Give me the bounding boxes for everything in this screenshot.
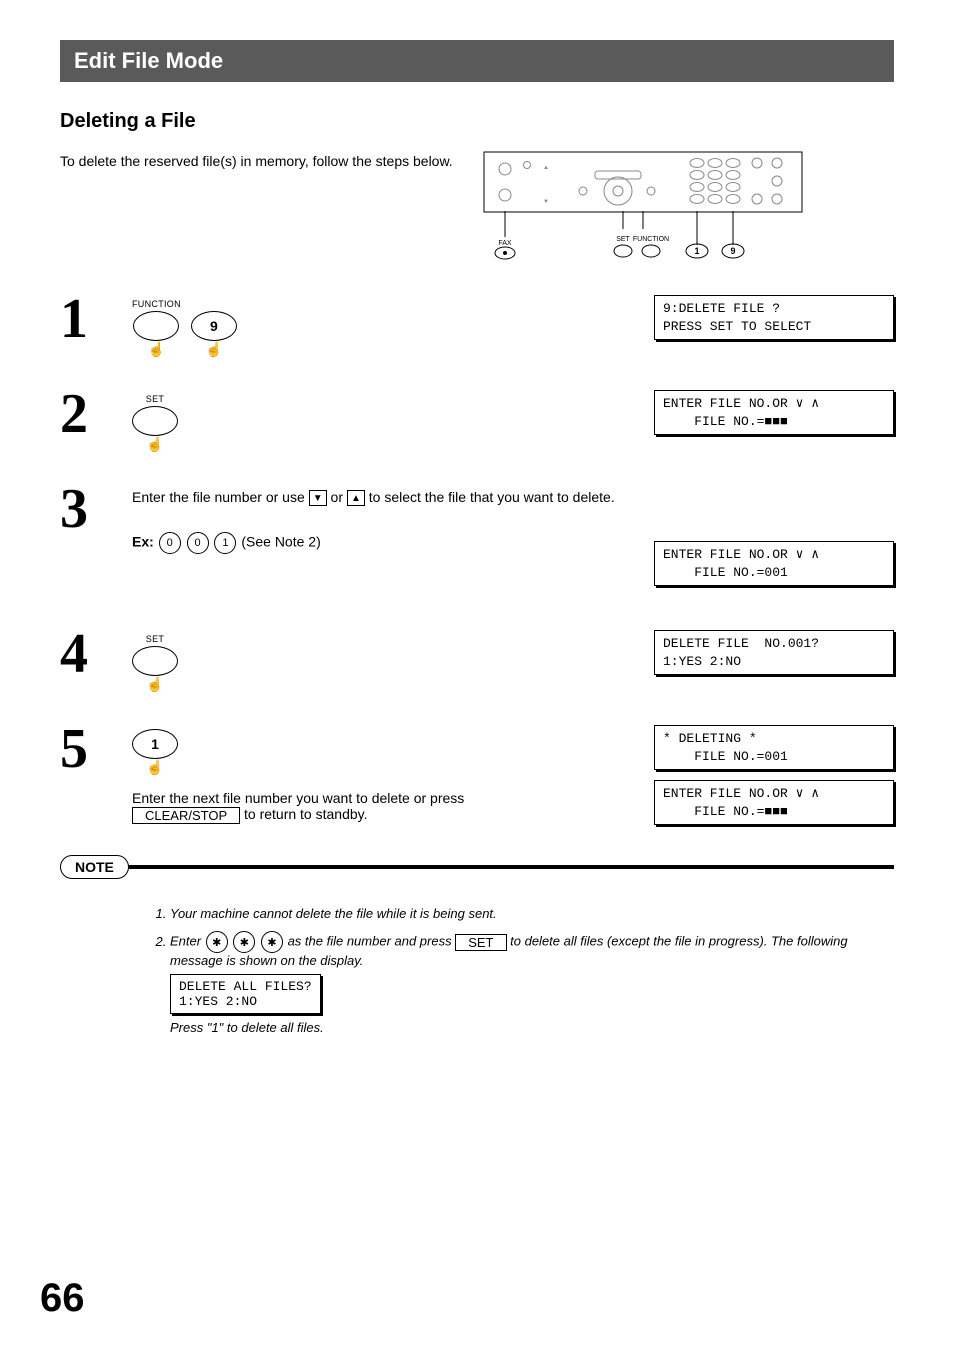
- key-9-button[interactable]: 9 ☝: [191, 311, 237, 356]
- svg-text:▲: ▲: [543, 165, 549, 171]
- lcd-display: ENTER FILE NO.OR ∨ ∧ FILE NO.=■■■: [654, 780, 894, 825]
- key-0-icon: 0: [159, 532, 181, 554]
- star-key-icon: ✱: [261, 931, 283, 953]
- function-button[interactable]: FUNCTION ☝: [132, 299, 181, 356]
- press-icon: ☝: [205, 342, 222, 356]
- button-label: SET: [146, 634, 164, 644]
- page-number: 66: [40, 1276, 85, 1321]
- lcd-display: * DELETING * FILE NO.=001: [654, 725, 894, 770]
- lcd-display: DELETE ALL FILES? 1:YES 2:NO: [170, 974, 321, 1014]
- key-1-icon: 1: [214, 532, 236, 554]
- clear-stop-key: CLEAR/STOP: [132, 807, 240, 824]
- note-item: Your machine cannot delete the file whil…: [170, 906, 894, 921]
- set-button[interactable]: SET ☝: [132, 394, 178, 451]
- step-number: 5: [60, 721, 120, 777]
- step-instruction: Enter the file number or use ▼ or ▲ to s…: [132, 489, 642, 506]
- set-button[interactable]: SET ☝: [132, 634, 178, 691]
- svg-text:▼: ▼: [543, 199, 549, 205]
- callout-set-label: SET: [616, 236, 630, 243]
- button-label: SET: [146, 394, 164, 404]
- press-icon: ☝: [148, 342, 165, 356]
- callout-function-label: FUNCTION: [633, 236, 669, 243]
- lcd-display: ENTER FILE NO.OR ∨ ∧ FILE NO.=■■■: [654, 390, 894, 435]
- step-number: 1: [60, 291, 120, 347]
- button-label: FUNCTION: [132, 299, 181, 309]
- press-icon: ☝: [146, 760, 163, 774]
- key-label: 1: [151, 736, 159, 752]
- star-key-icon: ✱: [233, 931, 255, 953]
- section-title: Edit File Mode: [60, 40, 894, 82]
- note-item: Enter ✱ ✱ ✱ as the file number and press…: [170, 931, 894, 1035]
- callout-fax-label: FAX: [498, 240, 512, 247]
- lcd-display: DELETE FILE NO.001? 1:YES 2:NO: [654, 630, 894, 675]
- star-key-icon: ✱: [206, 931, 228, 953]
- note-list: Your machine cannot delete the file whil…: [130, 906, 894, 1035]
- key-0-icon: 0: [187, 532, 209, 554]
- lcd-display: 9:DELETE FILE ? PRESS SET TO SELECT: [654, 295, 894, 340]
- key-1-button[interactable]: 1 ☝: [132, 729, 178, 774]
- press-icon: ☝: [146, 437, 163, 451]
- control-panel-illustration: ▲ ▼ FAX: [483, 151, 803, 261]
- set-key: SET: [455, 934, 506, 951]
- key-label: 9: [210, 318, 218, 334]
- callout-key-9: 9: [730, 246, 735, 256]
- step-number: 4: [60, 626, 120, 682]
- step-number: 3: [60, 481, 120, 537]
- down-arrow-icon: ▼: [309, 490, 327, 506]
- up-arrow-icon: ▲: [347, 490, 365, 506]
- note-badge: NOTE: [60, 855, 129, 879]
- lcd-display: ENTER FILE NO.OR ∨ ∧ FILE NO.=001: [654, 541, 894, 586]
- callout-key-1: 1: [694, 246, 699, 256]
- intro-text: To delete the reserved file(s) in memory…: [60, 153, 453, 169]
- press-icon: ☝: [146, 677, 163, 691]
- step-instruction: Enter the next file number you want to d…: [132, 790, 642, 824]
- example-line: Ex: 0 0 1 (See Note 2): [132, 532, 642, 554]
- subheading: Deleting a File: [60, 110, 894, 133]
- step-number: 2: [60, 386, 120, 442]
